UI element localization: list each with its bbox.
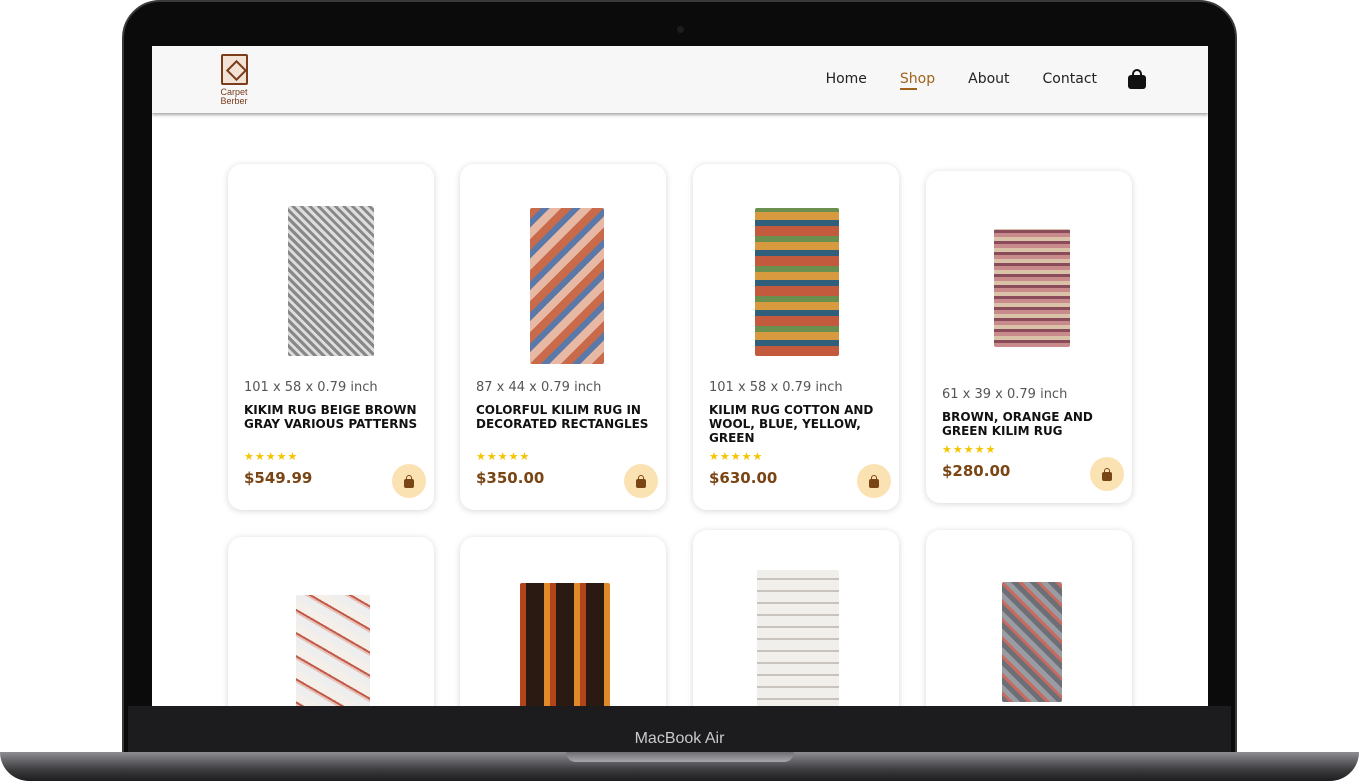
add-to-cart-button[interactable] — [1090, 457, 1124, 491]
product-card[interactable] — [228, 537, 434, 706]
browser-viewport: Carpet Berber Home Shop About Contact 10… — [152, 46, 1208, 706]
product-price: $549.99 — [244, 469, 313, 487]
logo-text: Carpet Berber — [214, 88, 254, 106]
shopping-bag-icon[interactable] — [1128, 69, 1146, 89]
product-title[interactable]: KILIM RUG COTTON AND WOOL, BLUE, YELLOW,… — [709, 403, 887, 445]
product-title[interactable]: BROWN, ORANGE AND GREEN KILIM RUG — [942, 410, 1120, 438]
rating-stars: ★★★★★ — [709, 450, 764, 463]
product-title[interactable]: KIKIM RUG BEIGE BROWN GRAY VARIOUS PATTE… — [244, 403, 422, 431]
product-size: 101 x 58 x 0.79 inch — [709, 380, 843, 395]
rating-stars: ★★★★★ — [244, 450, 299, 463]
nav-contact[interactable]: Contact — [1043, 68, 1097, 90]
rug-image — [1002, 582, 1062, 702]
product-price: $630.00 — [709, 469, 778, 487]
logo-line-2: Berber — [220, 96, 248, 106]
rug-image — [296, 595, 370, 706]
laptop-notch — [566, 752, 794, 762]
product-card[interactable]: 101 x 58 x 0.79 inch KIKIM RUG BEIGE BRO… — [228, 164, 434, 510]
site-header: Carpet Berber Home Shop About Contact — [152, 46, 1208, 113]
rating-stars: ★★★★★ — [942, 443, 997, 456]
nav-shop[interactable]: Shop — [899, 68, 935, 90]
product-card[interactable]: 101 x 58 x 0.79 inch KILIM RUG COTTON AN… — [693, 164, 899, 510]
rug-image — [757, 570, 839, 706]
product-card[interactable]: 87 x 44 x 0.79 inch COLORFUL KILIM RUG I… — [460, 164, 666, 510]
device-model-label: MacBook Air — [634, 730, 725, 747]
rug-logo-icon — [221, 54, 248, 85]
rug-image — [530, 208, 604, 364]
rug-image — [755, 208, 839, 356]
main-nav: Home Shop About Contact — [793, 68, 1146, 90]
laptop-frame: MacBook Air Carpet Berber Home Shop Abou… — [0, 0, 1359, 781]
nav-home[interactable]: Home — [826, 68, 867, 90]
product-card[interactable] — [693, 530, 899, 706]
rug-image — [994, 229, 1070, 347]
site-logo[interactable]: Carpet Berber — [214, 52, 254, 110]
rug-image — [520, 583, 610, 706]
product-card[interactable] — [926, 530, 1132, 706]
product-title[interactable]: COLORFUL KILIM RUG IN DECORATED RECTANGL… — [476, 403, 654, 431]
nav-about[interactable]: About — [968, 68, 1009, 90]
product-size: 87 x 44 x 0.79 inch — [476, 380, 602, 395]
product-size: 61 x 39 x 0.79 inch — [942, 387, 1068, 402]
rug-image — [288, 206, 374, 356]
product-size: 101 x 58 x 0.79 inch — [244, 380, 378, 395]
camera — [677, 26, 684, 33]
product-card[interactable]: 61 x 39 x 0.79 inch BROWN, ORANGE AND GR… — [926, 171, 1132, 503]
rating-stars: ★★★★★ — [476, 450, 531, 463]
product-price: $280.00 — [942, 462, 1011, 480]
add-to-cart-button[interactable] — [624, 464, 658, 498]
add-to-cart-button[interactable] — [857, 464, 891, 498]
add-to-cart-button[interactable] — [392, 464, 426, 498]
product-card[interactable] — [460, 537, 666, 706]
product-price: $350.00 — [476, 469, 545, 487]
